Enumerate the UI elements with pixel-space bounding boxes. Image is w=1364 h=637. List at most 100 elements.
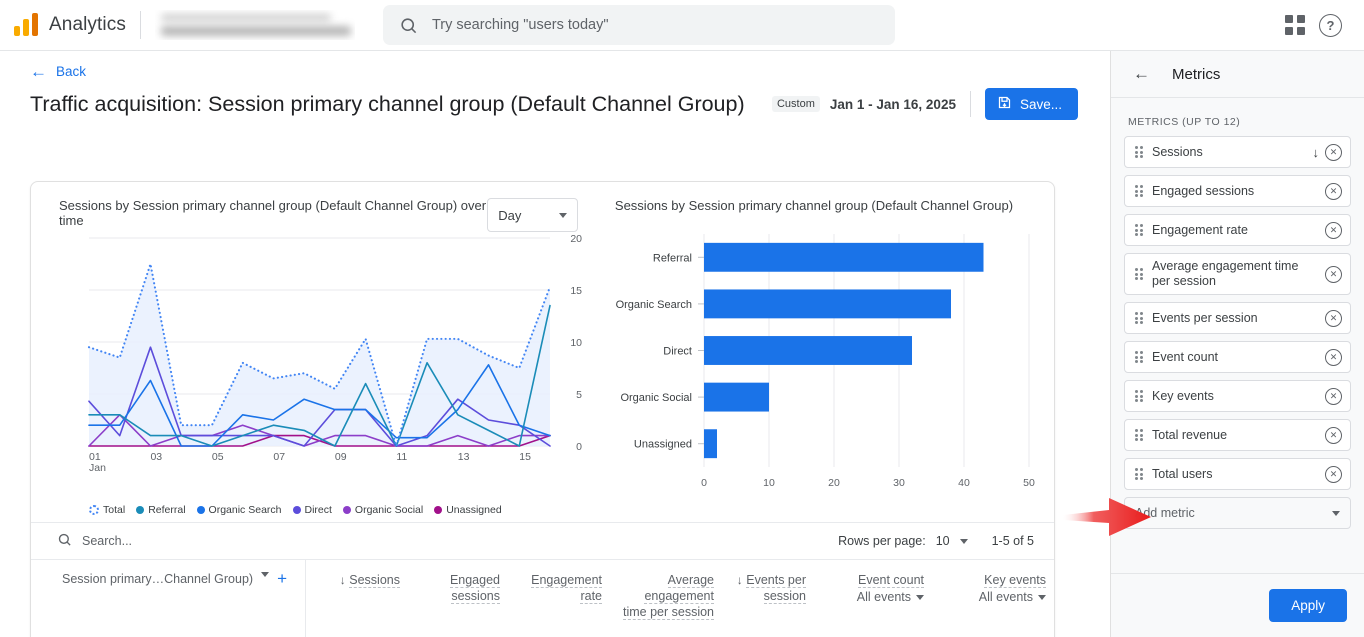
column-header-key-events[interactable]: Key events All events (932, 560, 1054, 637)
drag-handle-icon[interactable] (1135, 268, 1143, 280)
arrow-left-icon[interactable]: ← (1133, 64, 1150, 84)
save-icon (997, 95, 1012, 113)
chevron-down-icon (1038, 594, 1046, 600)
svg-text:Jan: Jan (89, 462, 106, 474)
global-search-box[interactable]: Try searching "users today" (382, 5, 895, 45)
report-card: Sessions by Session primary channel grou… (30, 181, 1055, 637)
bar-direct[interactable] (703, 336, 912, 365)
bar-unassigned[interactable] (703, 429, 717, 459)
remove-metric-button[interactable]: ✕ (1325, 182, 1342, 200)
chevron-down-icon[interactable] (959, 538, 968, 544)
legend-color-dot (292, 506, 301, 514)
legend-item-unassigned[interactable]: Unassigned (434, 504, 502, 516)
top-navigation-bar: Analytics Try searching "users today" ? (0, 0, 1364, 51)
metric-label: Total users (1152, 466, 1213, 481)
granularity-select[interactable]: Day (487, 198, 578, 232)
metric-item-total-users[interactable]: Total users ✕ (1124, 458, 1351, 490)
remove-metric-button[interactable]: ✕ (1325, 426, 1342, 444)
sort-arrow-down-icon: ↓ (736, 573, 743, 587)
property-selector-blurred[interactable] (155, 10, 355, 40)
search-input[interactable]: Try searching "users today" (432, 17, 609, 33)
remove-metric-button[interactable]: ✕ (1325, 143, 1342, 161)
legend-label: Referral (148, 504, 186, 516)
charts-row: Sessions by Session primary channel grou… (31, 182, 1054, 522)
column-filter-select[interactable]: All events (822, 589, 924, 605)
column-header-engaged-sessions[interactable]: Engaged sessions (408, 560, 508, 637)
legend-item-organic-social[interactable]: Organic Social (342, 504, 423, 516)
page-title: Traffic acquisition: Session primary cha… (30, 91, 745, 116)
legend-item-organic-search[interactable]: Organic Search (196, 504, 282, 516)
metric-item-total-revenue[interactable]: Total revenue ✕ (1124, 419, 1351, 451)
granularity-value: Day (498, 207, 522, 223)
remove-metric-button[interactable]: ✕ (1325, 387, 1342, 405)
bar-referral[interactable] (703, 242, 984, 272)
bar-organic-search[interactable] (703, 289, 951, 319)
help-icon[interactable]: ? (1319, 13, 1342, 37)
sort-arrow-down-icon: ↓ (339, 573, 346, 587)
column-header-event-count[interactable]: Event count All events (814, 560, 932, 637)
metric-label: Engaged sessions (1152, 183, 1255, 198)
legend-item-total[interactable]: Total (89, 504, 125, 516)
remove-metric-button[interactable]: ✕ (1325, 265, 1342, 283)
legend-item-direct[interactable]: Direct (292, 504, 332, 516)
drag-handle-icon[interactable] (1135, 224, 1143, 236)
bar-label: Organic Search (615, 299, 691, 311)
remove-metric-button[interactable]: ✕ (1325, 348, 1342, 366)
plus-icon[interactable]: + (277, 570, 287, 587)
pagination-controls: Rows per page: 10 1-5 of 5 (838, 534, 1034, 548)
bar-organic-social[interactable] (703, 382, 769, 412)
column-header-engagement-rate[interactable]: Engagement rate (508, 560, 610, 637)
apply-button[interactable]: Apply (1269, 589, 1347, 622)
metric-item-average-engagement-time-per-session[interactable]: Average engagement time per session ✕ (1124, 253, 1351, 295)
add-metric-dropdown[interactable]: Add metric (1124, 497, 1351, 529)
legend-item-referral[interactable]: Referral (136, 504, 186, 516)
metric-item-events-per-session[interactable]: Events per session ✕ (1124, 302, 1351, 334)
bar-label: Direct (663, 346, 692, 358)
line-chart-panel: Sessions by Session primary channel grou… (31, 182, 600, 522)
drag-handle-icon[interactable] (1135, 185, 1143, 197)
chevron-down-icon[interactable] (261, 572, 270, 577)
save-button[interactable]: Save... (984, 88, 1078, 120)
table-search-box[interactable]: Search... (57, 532, 132, 550)
metric-label: Average engagement time per session (1152, 259, 1299, 288)
back-button[interactable]: ← Back (30, 63, 92, 80)
rows-per-page-value[interactable]: 10 (936, 534, 950, 548)
metric-item-engaged-sessions[interactable]: Engaged sessions ✕ (1124, 175, 1351, 207)
svg-text:03: 03 (150, 451, 162, 463)
remove-metric-button[interactable]: ✕ (1325, 221, 1342, 239)
column-label: Average engagement time per session (622, 573, 714, 620)
panel-footer: Apply (1111, 573, 1364, 637)
drag-handle-icon[interactable] (1135, 351, 1143, 363)
metric-item-key-events[interactable]: Key events ✕ (1124, 380, 1351, 412)
svg-text:11: 11 (396, 451, 407, 463)
drag-handle-icon[interactable] (1135, 312, 1143, 324)
drag-handle-icon[interactable] (1135, 429, 1143, 441)
svg-text:10: 10 (570, 337, 582, 349)
dimension-name[interactable]: Session primary…Channel Group) (62, 572, 253, 586)
apps-grid-icon[interactable] (1285, 15, 1305, 35)
remove-metric-button[interactable]: ✕ (1325, 465, 1342, 483)
column-filter-label: All events (856, 590, 911, 604)
metric-item-engagement-rate[interactable]: Engagement rate ✕ (1124, 214, 1351, 246)
column-label: Key events (984, 573, 1046, 588)
toolbar-divider (969, 91, 971, 117)
brand-label: Analytics (49, 14, 126, 35)
chevron-down-icon (916, 594, 924, 600)
column-header-sessions[interactable]: ↓ Sessions (306, 560, 408, 637)
drag-handle-icon[interactable] (1135, 146, 1143, 158)
table-search-input[interactable]: Search... (82, 534, 132, 548)
column-header-events-per-session[interactable]: ↓ Events per session (722, 560, 814, 637)
metric-item-event-count[interactable]: Event count ✕ (1124, 341, 1351, 373)
legend-color-dot (342, 506, 351, 514)
metric-item-sessions[interactable]: Sessions ↓ ✕ (1124, 136, 1351, 168)
drag-handle-icon[interactable] (1135, 468, 1143, 480)
bar-label: Referral (653, 252, 692, 264)
panel-header: ← Metrics (1111, 51, 1364, 98)
search-icon (399, 16, 418, 35)
date-range-picker[interactable]: Jan 1 - Jan 16, 2025 (830, 97, 956, 112)
column-filter-select[interactable]: All events (940, 589, 1046, 605)
drag-handle-icon[interactable] (1135, 390, 1143, 402)
analytics-report-page: Analytics Try searching "users today" ? … (0, 0, 1364, 637)
remove-metric-button[interactable]: ✕ (1325, 309, 1342, 327)
column-header-average-engagement-time-per-session[interactable]: Average engagement time per session (610, 560, 722, 637)
